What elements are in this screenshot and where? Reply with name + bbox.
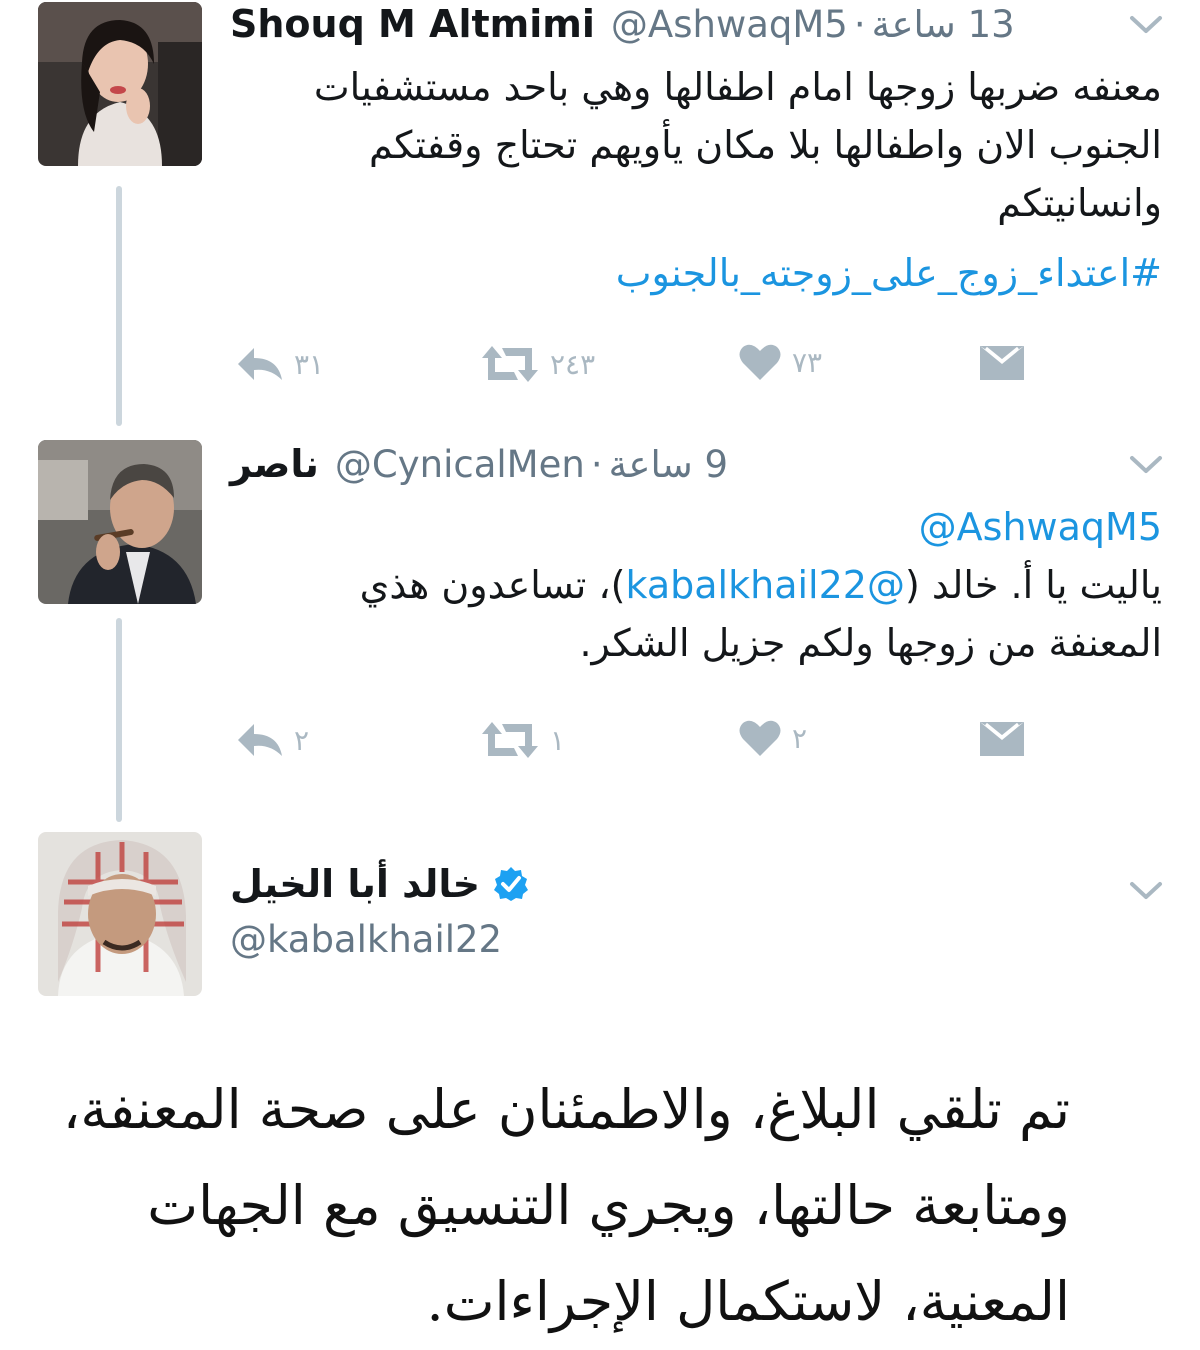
user-handle[interactable]: @kabalkhail22 — [230, 918, 502, 961]
display-name[interactable]: Shouq M Altmimi — [230, 2, 595, 46]
avatar[interactable] — [38, 440, 202, 604]
retweet-count: ٢٤٣ — [550, 347, 596, 381]
tweet-text-line: معنفه ضربها زوجها امام اطفالها وهي باحد … — [313, 65, 1162, 109]
avatar-image-shouq — [38, 2, 202, 166]
dot-separator: · — [853, 3, 866, 46]
reply-button[interactable]: ٣١ — [236, 344, 324, 384]
reply-tweet-text: تم تلقي البلاغ، والاطمئنان على صحة المعن… — [60, 1062, 1070, 1350]
thread-line-1 — [116, 186, 122, 426]
avatar[interactable] — [38, 2, 202, 166]
tweet-text-line: المعنفة من زوجها ولكم جزيل الشكر. — [579, 621, 1162, 665]
user-handle[interactable]: @AshwaqM5 — [611, 3, 848, 46]
verified-icon — [494, 867, 529, 901]
tweet-text-line: وانسانيتكم — [997, 181, 1162, 225]
text-segment: ياليت يا أ. خالد ( — [904, 563, 1162, 607]
tweet-header: خالد أبا الخيل — [230, 862, 529, 906]
thread-line-2 — [116, 618, 122, 822]
tweet-text-line: ومتابعة حالتها، ويجري التنسيق مع الجهات — [147, 1174, 1070, 1237]
retweet-count: ١ — [550, 723, 566, 757]
tweet-text-line: الجنوب الان واطفالها بلا مكان يأويهم تحت… — [369, 123, 1162, 167]
tweet-text-line: المعنية، لاستكمال الإجراءات. — [426, 1270, 1070, 1333]
retweet-button[interactable]: ١ — [480, 720, 565, 760]
display-name[interactable]: خالد أبا الخيل — [230, 862, 480, 906]
tweet-header: ناصر @CynicalMen · 9 ساعة — [230, 442, 728, 486]
reply-button[interactable]: ٢ — [236, 720, 309, 760]
like-count: ٢ — [792, 721, 808, 755]
tweet-header: Shouq M Altmimi @AshwaqM5 · 13 ساعة — [230, 2, 1015, 46]
mention-link[interactable]: @AshwaqM5 — [230, 498, 1162, 556]
avatar-image-nasser — [38, 440, 202, 604]
dm-icon — [980, 722, 1024, 756]
like-icon — [739, 720, 781, 756]
reply-count: ٢ — [294, 723, 310, 757]
dm-icon — [980, 346, 1024, 380]
dm-button[interactable] — [978, 344, 1026, 382]
tweet-text-line: تم تلقي البلاغ، والاطمئنان على صحة المعن… — [62, 1078, 1070, 1141]
avatar-image-khalid — [38, 832, 202, 996]
retweet-icon — [482, 346, 538, 382]
dot-separator: · — [590, 443, 603, 486]
chevron-down-icon[interactable] — [1128, 878, 1164, 902]
tweet-text: @AshwaqM5 ياليت يا أ. خالد (@kabalkhail2… — [230, 498, 1162, 672]
user-handle[interactable]: @CynicalMen — [335, 443, 585, 486]
dm-button[interactable] — [978, 720, 1026, 758]
like-icon — [739, 344, 781, 380]
tweet-timestamp[interactable]: 9 ساعة — [609, 443, 729, 486]
hashtag-link[interactable]: #اعتداء_زوج_على_زوجته_بالجنوب — [230, 244, 1162, 302]
chevron-down-icon[interactable] — [1128, 12, 1164, 36]
avatar[interactable] — [38, 832, 202, 996]
retweet-button[interactable]: ٢٤٣ — [480, 344, 595, 384]
like-button[interactable]: ٧٣ — [738, 342, 822, 382]
reply-icon — [238, 348, 282, 380]
reply-icon — [238, 724, 282, 756]
chevron-down-icon[interactable] — [1128, 452, 1164, 476]
retweet-icon — [482, 722, 538, 758]
tweet-text-line: ياليت يا أ. خالد (@kabalkhail22)، تساعدو… — [230, 556, 1162, 614]
like-button[interactable]: ٢ — [738, 718, 807, 758]
mention-link[interactable]: @kabalkhail22 — [626, 563, 905, 607]
display-name[interactable]: ناصر — [230, 442, 319, 486]
tweet-text: معنفه ضربها زوجها امام اطفالها وهي باحد … — [230, 58, 1162, 302]
reply-count: ٣١ — [294, 347, 325, 381]
like-count: ٧٣ — [792, 345, 823, 379]
text-segment: )، تساعدون هذي — [359, 563, 626, 607]
tweet-timestamp[interactable]: 13 ساعة — [872, 3, 1015, 46]
